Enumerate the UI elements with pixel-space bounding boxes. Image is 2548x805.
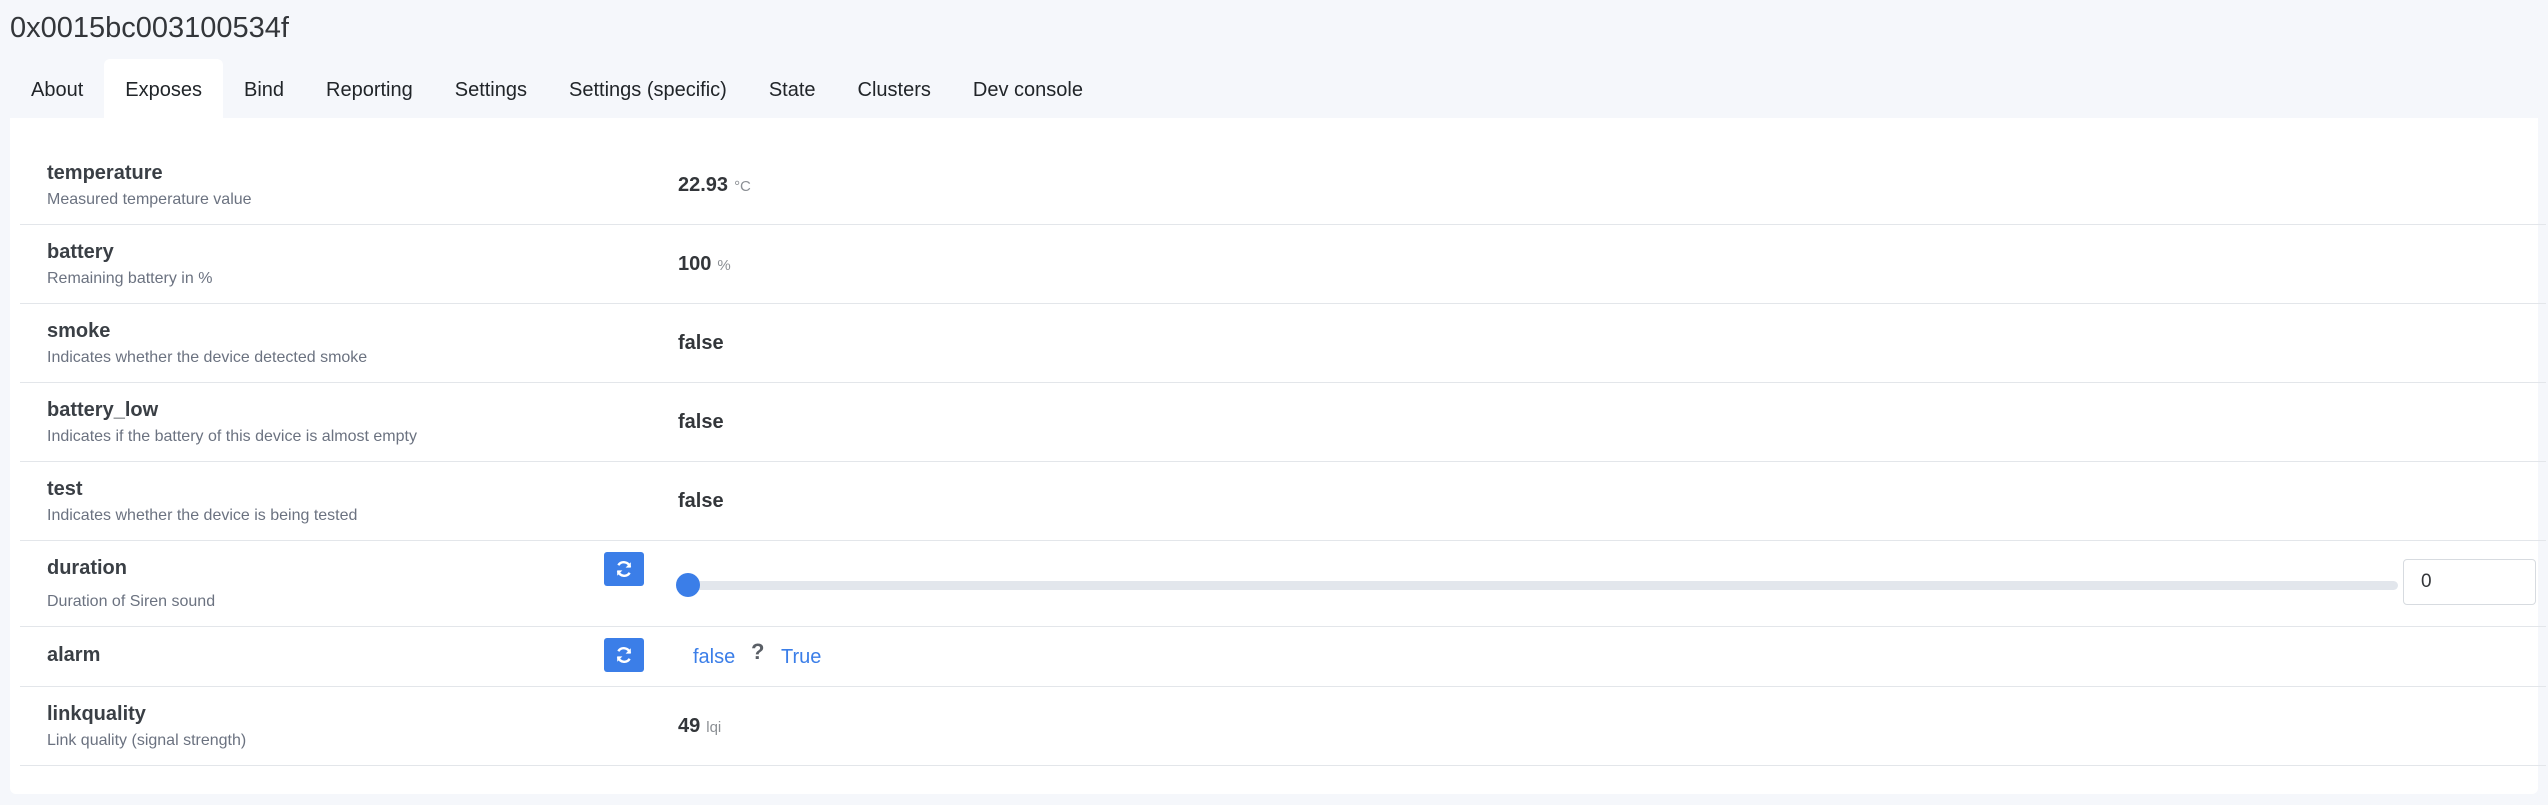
linkquality-unit: lqi — [706, 719, 722, 736]
expose-row-battery-low: battery_low Indicates if the battery of … — [20, 383, 2546, 462]
tab-bar: About Exposes Bind Reporting Settings Se… — [10, 59, 1104, 119]
refresh-button[interactable] — [604, 638, 644, 672]
alarm-false-button[interactable]: false — [693, 646, 735, 669]
expose-description: Link quality (signal strength) — [47, 732, 247, 749]
duration-input[interactable]: 0 — [2403, 559, 2536, 605]
refresh-button[interactable] — [604, 552, 644, 586]
smoke-value: false — [678, 332, 724, 354]
expose-description: Remaining battery in % — [47, 270, 213, 287]
expose-name: duration — [47, 557, 127, 579]
expose-row-temperature: temperature Measured temperature value 2… — [20, 146, 2546, 225]
page-title: 0x0015bc003100534f — [10, 12, 289, 44]
tab-state[interactable]: State — [748, 59, 837, 119]
expose-name: battery — [47, 241, 114, 263]
tab-clusters[interactable]: Clusters — [837, 59, 952, 119]
duration-slider-thumb[interactable] — [676, 573, 700, 597]
linkquality-value: 49 — [678, 715, 701, 737]
battery-value: 100 — [678, 253, 712, 275]
expose-value-temperature: 22.93 °C — [678, 174, 751, 197]
refresh-icon — [616, 647, 632, 663]
battery-unit: % — [717, 257, 731, 274]
expose-row-battery: battery Remaining battery in % 100% — [20, 225, 2546, 304]
battery-low-value: false — [678, 411, 724, 433]
tab-dev-console[interactable]: Dev console — [952, 59, 1104, 119]
expose-description: Duration of Siren sound — [47, 593, 216, 610]
expose-name: temperature — [47, 162, 163, 184]
alarm-unknown-state: ? — [751, 639, 765, 664]
expose-description: Indicates whether the device is being te… — [47, 507, 358, 524]
expose-row-alarm: alarm false ? True — [20, 627, 2546, 687]
expose-description: Indicates if the battery of this device … — [47, 428, 417, 445]
expose-value-linkquality: 49 lqi — [678, 715, 721, 738]
tab-exposes[interactable]: Exposes — [104, 59, 223, 119]
tab-about[interactable]: About — [10, 59, 104, 119]
expose-row-duration: duration Duration of Siren sound 0 — [20, 541, 2546, 627]
expose-name: linkquality — [47, 703, 146, 725]
refresh-icon — [616, 561, 632, 577]
expose-description: Measured temperature value — [47, 191, 252, 208]
tab-bind[interactable]: Bind — [223, 59, 305, 119]
expose-name: battery_low — [47, 399, 159, 421]
temperature-unit: °C — [734, 178, 751, 195]
expose-row-test: test Indicates whether the device is bei… — [20, 462, 2546, 541]
expose-row-smoke: smoke Indicates whether the device detec… — [20, 304, 2546, 383]
expose-row-linkquality: linkquality Link quality (signal strengt… — [20, 687, 2546, 766]
expose-name: smoke — [47, 320, 111, 342]
tab-settings-specific[interactable]: Settings (specific) — [548, 59, 748, 119]
temperature-value: 22.93 — [678, 174, 729, 196]
expose-description: Indicates whether the device detected sm… — [47, 349, 368, 366]
alarm-true-button[interactable]: True — [781, 646, 821, 669]
tab-reporting[interactable]: Reporting — [305, 59, 434, 119]
expose-value-battery: 100% — [678, 253, 731, 276]
tab-settings[interactable]: Settings — [434, 59, 548, 119]
exposes-panel: temperature Measured temperature value 2… — [10, 118, 2546, 794]
test-value: false — [678, 490, 724, 512]
duration-slider-track[interactable] — [688, 581, 2398, 590]
expose-name: alarm — [47, 644, 101, 666]
expose-name: test — [47, 478, 83, 500]
